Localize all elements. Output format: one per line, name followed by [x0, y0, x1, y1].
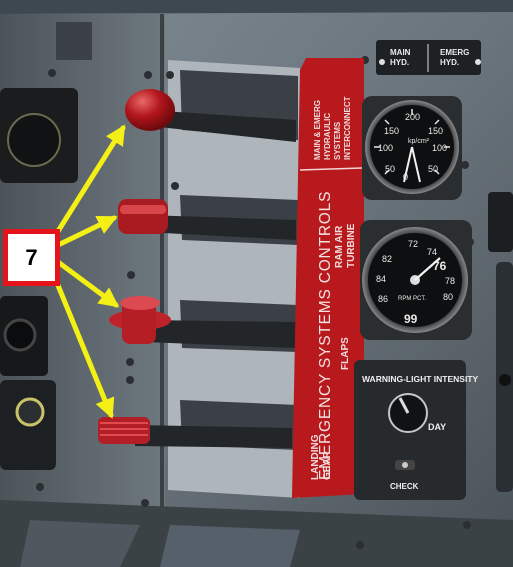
- hydraulic-pressure-gauge: 200 150 100 50 0 150 100 50 kp/cm²: [362, 96, 462, 200]
- flaps-lever-highlight: [120, 296, 160, 310]
- left-upper-block: [56, 22, 92, 60]
- main-hyd-label-line2: HYD.: [390, 58, 409, 67]
- callout-number-box: 7: [3, 229, 60, 286]
- lower-panel-plate-2: [160, 525, 300, 567]
- placard-flaps: FLAPS: [340, 337, 351, 370]
- pressure-tick-right-2: 50: [428, 164, 438, 174]
- ram-air-turbine-lever-highlight: [120, 205, 166, 214]
- right-edge-knob: [499, 374, 511, 386]
- emerg-hyd-label-line2: HYD.: [440, 58, 459, 67]
- warning-light-panel: WARNING-LIGHT INTENSITY DAY CHECK: [354, 360, 478, 500]
- pressure-tick-right-1: 100: [432, 143, 447, 153]
- landing-gear-lever[interactable]: [98, 417, 150, 444]
- pressure-unit: kp/cm²: [408, 138, 430, 145]
- pressure-tick-left-2: 50: [385, 164, 395, 174]
- hydraulic-interconnect-lever[interactable]: [125, 89, 175, 131]
- placard-hydraulic-line2: HYDRAULIC: [323, 113, 332, 160]
- emerg-hyd-lamp: [475, 59, 481, 65]
- placard-ram-air-line2: TURBINE: [346, 223, 357, 268]
- pressure-tick-right-0: 150: [428, 126, 443, 136]
- pressure-tick-top: 200: [405, 112, 420, 122]
- rpm-label-4: 80: [443, 292, 453, 302]
- pressure-tick-left-1: 100: [378, 143, 393, 153]
- emerg-hyd-label-line1: EMERG: [440, 48, 469, 57]
- lower-panel-plate: [20, 520, 140, 567]
- callout-number: 7: [25, 244, 38, 270]
- left-knob[interactable]: [15, 397, 45, 427]
- placard-landing-line1: LANDING: [310, 434, 321, 480]
- rpm-unit: RPM PCT.: [398, 296, 426, 302]
- lever-shaft-landing-gear: [135, 425, 292, 448]
- rpm-label-7: 86: [378, 294, 388, 304]
- ram-air-turbine-lever[interactable]: [118, 199, 168, 234]
- rpm-label-3: 78: [445, 276, 455, 286]
- left-socket-ring: [3, 318, 37, 352]
- rpm-label-13: 99: [404, 312, 418, 326]
- placard-landing-line2: GEAR: [322, 450, 333, 480]
- cockpit-panel-view: EMERGENCY SYSTEMS CONTROLS MAIN & EMERG …: [0, 0, 513, 567]
- rpm-label-1: 74: [427, 247, 437, 257]
- left-instrument-dial: [7, 113, 61, 167]
- cockpit-panel-illustration: EMERGENCY SYSTEMS CONTROLS MAIN & EMERG …: [0, 0, 513, 567]
- rpm-label-5: 82: [382, 254, 392, 264]
- main-hyd-label-line1: MAIN: [390, 48, 411, 57]
- main-hyd-lamp: [379, 59, 385, 65]
- rpm-label-6: 84: [376, 274, 386, 284]
- placard-hydraulic-line3: SYSTEMS: [333, 121, 342, 160]
- pressure-tick-left-0: 150: [384, 126, 399, 136]
- rpm-label-0: 72: [408, 239, 418, 249]
- placard-ram-air-line1: RAM AIR: [334, 225, 345, 268]
- right-edge-panel-upper: [488, 192, 513, 252]
- warning-light-title: WARNING-LIGHT INTENSITY: [362, 374, 478, 384]
- rpm-gauge: 72 74 76 78 80 82 84 86 99 RPM PCT.: [360, 220, 472, 340]
- check-label: CHECK: [390, 482, 419, 491]
- warning-light-day: DAY: [428, 422, 446, 432]
- top-strip: [0, 0, 513, 14]
- placard-hydraulic-line4: INTERCONNECT: [343, 96, 352, 160]
- placard-hydraulic-line1: MAIN & EMERG: [313, 100, 322, 160]
